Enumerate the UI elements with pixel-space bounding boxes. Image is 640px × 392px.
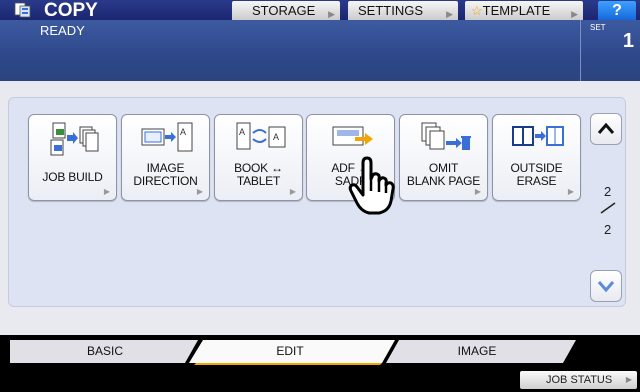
status-text: READY: [40, 23, 85, 38]
set-label: SET: [590, 23, 606, 32]
set-count: 1: [622, 30, 634, 52]
storage-button[interactable]: STORAGE ▶: [232, 1, 340, 21]
copy-icon: [14, 2, 31, 18]
arrow-icon: ▶: [625, 375, 632, 384]
adf-icon: [332, 126, 373, 146]
tab-image[interactable]: IMAGE: [402, 340, 552, 363]
arrow-icon: ▶: [103, 187, 110, 196]
tab-edit[interactable]: EDIT: [215, 340, 365, 363]
arrow-icon: ▶: [196, 187, 203, 196]
outside-erase-button[interactable]: OUTSIDE ERASE ▶: [492, 114, 581, 201]
svg-text:A: A: [273, 132, 279, 142]
storage-label: STORAGE: [252, 3, 316, 18]
scroll-up-button[interactable]: [590, 113, 622, 145]
image-direction-button[interactable]: A IMAGE DIRECTION ▶: [121, 114, 210, 201]
page-total: 2: [604, 222, 612, 237]
arrow-icon: ▶: [567, 187, 574, 196]
svg-text:A: A: [180, 127, 186, 137]
arrow-icon: ▶: [289, 187, 296, 196]
job-status-label: JOB STATUS: [546, 374, 613, 386]
template-button[interactable]: ☆TEMPLATE ▶: [465, 1, 583, 21]
omit-blank-page-label: OMIT BLANK PAGE: [400, 162, 487, 188]
svg-text:A: A: [239, 127, 245, 137]
omit-blank-page-icon: [421, 122, 471, 150]
chevron-up-icon: [597, 122, 615, 134]
template-label: TEMPLATE: [482, 3, 551, 18]
job-status-button[interactable]: JOB STATUS ▶: [520, 371, 637, 389]
book-tablet-label: BOOK ↔ TABLET: [215, 162, 302, 188]
chevron-down-icon: [597, 281, 615, 293]
status-bar: READY: [0, 20, 640, 81]
outside-erase-label: OUTSIDE ERASE: [493, 162, 580, 188]
book-tablet-icon: A A: [236, 122, 286, 150]
scroll-down-button[interactable]: [590, 270, 622, 302]
set-counter: SET 1: [580, 20, 640, 81]
settings-label: SETTINGS: [358, 3, 424, 18]
job-build-label: JOB BUILD: [29, 171, 116, 184]
job-build-icon: [50, 122, 99, 156]
app-title: COPY: [44, 0, 98, 21]
arrow-icon: ▶: [474, 187, 481, 196]
image-direction-icon: A: [141, 122, 193, 152]
settings-button[interactable]: SETTINGS ▶: [348, 1, 458, 21]
help-button[interactable]: ?: [598, 1, 636, 21]
hand-pointer-icon: [348, 156, 395, 215]
page-divider: [600, 202, 616, 214]
outside-erase-icon: [512, 126, 564, 146]
book-tablet-button[interactable]: A A BOOK ↔ TABLET ▶: [214, 114, 303, 201]
page-current: 2: [604, 184, 612, 199]
image-direction-label: IMAGE DIRECTION: [122, 162, 209, 188]
tab-basic[interactable]: BASIC: [30, 340, 180, 363]
omit-blank-page-button[interactable]: OMIT BLANK PAGE ▶: [399, 114, 488, 201]
star-icon: ☆: [471, 3, 483, 18]
label-line: JOB BUILD: [42, 170, 103, 184]
job-build-button[interactable]: JOB BUILD ▶: [28, 114, 117, 201]
